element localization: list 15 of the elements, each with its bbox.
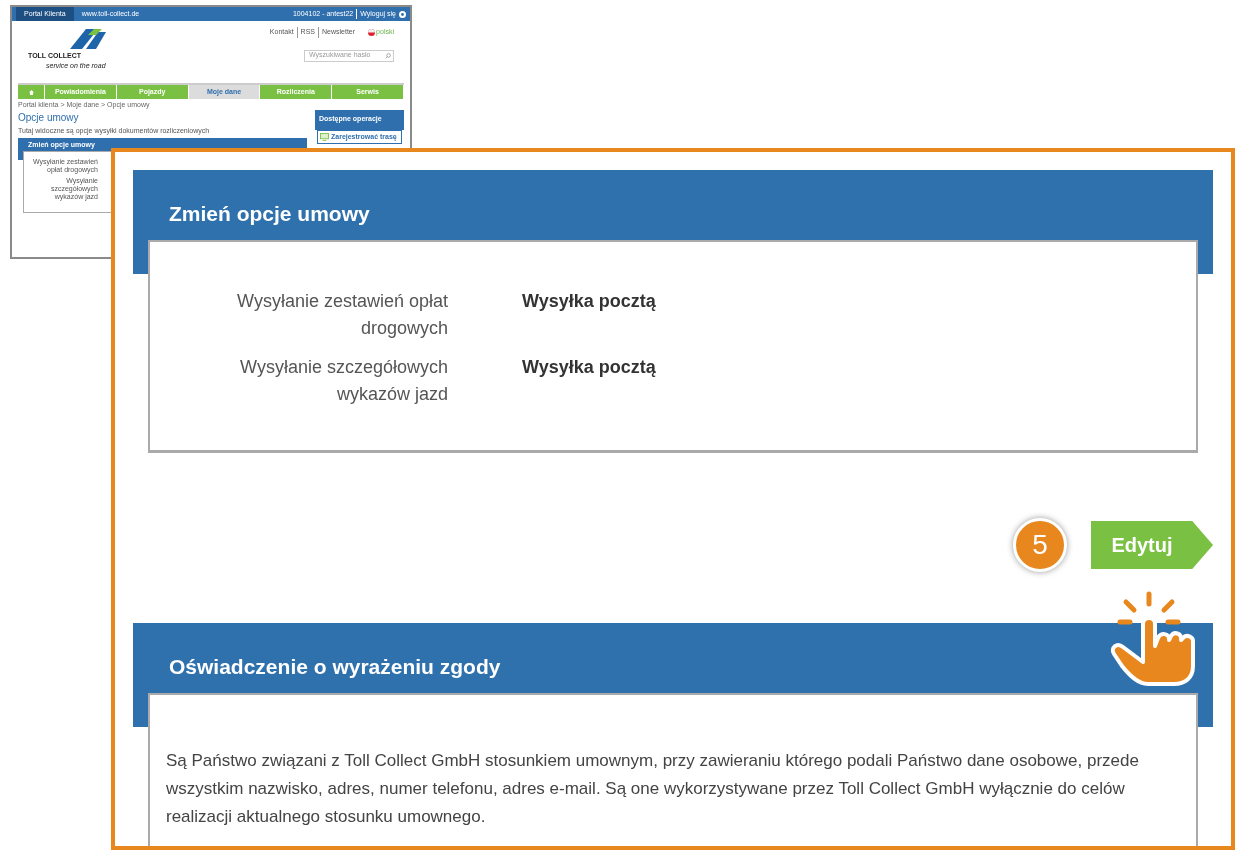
option-value: Wysyłka pocztą [522,356,656,379]
home-icon [28,89,34,95]
user-icon[interactable] [399,10,406,18]
page-title: Opcje umowy [18,112,80,124]
option-value: Wysyłka pocztą [522,290,656,313]
option-label: Wysyłanie szczegółowych wykazów jazd [239,356,448,406]
flag-icon[interactable] [368,28,376,36]
option-label: Wysyłanie zestawień opłat drogowych [236,290,448,340]
step-badge: 5 [1013,518,1067,572]
logo-icon [68,27,108,49]
monitor-icon [320,133,329,141]
edit-button[interactable]: Edytuj [1091,521,1213,569]
consent-paragraph: Są Państwo związani z Toll Collect GmbH stosunkiem umownym, przy zawieraniu którego podali Państwo dane osobowe, przede wszystkim nazwisko, adres, numer telefonu, adres e-mail. Są one wykorzystywane przez Toll Collect GmbH wyłącznie do celów realizacji aktualnego stosunku umownego. [165,750,1140,828]
section-title: Oświadczenie o wyrażeniu zgody [169,655,501,678]
section-title: Zmień opcje umowy [169,202,370,225]
